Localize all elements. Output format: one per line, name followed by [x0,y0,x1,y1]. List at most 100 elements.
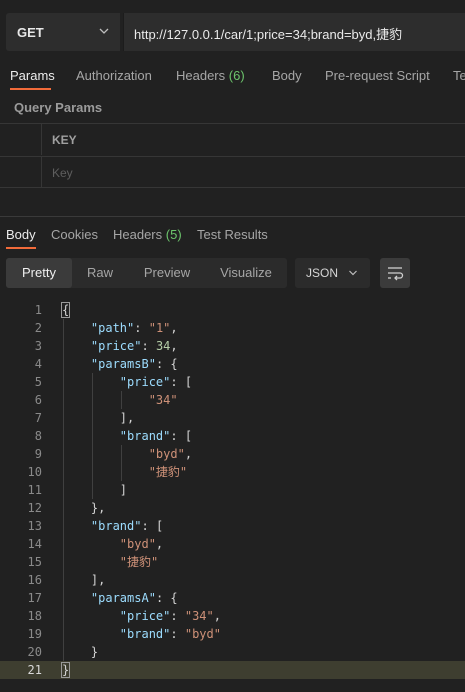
line-number: 19 [27,627,42,641]
tab-headers[interactable]: Headers (6) [176,68,245,83]
wrap-lines-button[interactable] [380,258,410,288]
line-number: 14 [27,537,42,551]
code-line: 1{ [0,301,465,319]
view-preview-button[interactable]: Preview [130,258,204,288]
url-text: http://127.0.0.1/car/1;price=34;brand=by… [134,27,403,42]
key-column-header: KEY [52,133,77,147]
code-text: } [60,662,71,678]
format-select[interactable]: JSON [295,258,370,288]
line-number: 1 [34,303,42,317]
line-number: 20 [27,645,42,659]
select-column [0,124,42,155]
line-number: 6 [34,393,42,407]
code-line: 16 ], [0,571,465,589]
code-line: 15 "捷豹" [0,553,465,571]
chevron-down-icon [99,28,109,34]
line-number: 4 [34,357,42,371]
line-number: 8 [34,429,42,443]
code-text: "brand": [ [119,429,193,443]
code-text: "捷豹" [148,465,188,479]
tab-authorization[interactable]: Authorization [76,68,152,83]
query-params-title: Query Params [14,100,103,115]
headers-count: (6) [228,68,245,83]
line-number: 13 [27,519,42,533]
query-params-table: KEY Key [0,123,465,189]
code-line: 14 "byd", [0,535,465,553]
tab-params[interactable]: Params [10,68,55,83]
response-tab-body[interactable]: Body [6,227,36,242]
code-line: 10 "捷豹" [0,463,465,481]
code-text: ], [90,573,106,587]
line-number: 10 [27,465,42,479]
view-raw-button[interactable]: Raw [72,258,128,288]
code-text: "byd", [119,537,164,551]
code-text: "price": "34", [119,609,221,623]
code-text: }, [90,501,106,515]
code-text: ] [119,483,128,497]
code-text: "34" [148,393,178,407]
response-tabs: Body Cookies Headers (5) Test Results [0,218,465,252]
line-number: 16 [27,573,42,587]
response-headers-count: (5) [165,227,182,242]
tab-params-underline [10,88,51,90]
code-text: "price": 34, [90,339,178,353]
code-text: ], [119,411,135,425]
code-line: 12 }, [0,499,465,517]
line-number: 21 [27,663,42,677]
tab-body[interactable]: Body [272,68,302,83]
code-line: 2 "path": "1", [0,319,465,337]
code-text: { [60,302,71,318]
line-number: 15 [27,555,42,569]
format-label: JSON [306,266,339,280]
section-divider [0,216,465,217]
code-text: "path": "1", [90,321,178,335]
key-input[interactable]: Key [52,166,73,180]
code-line: 13 "brand": [ [0,517,465,535]
wrap-lines-icon [388,267,404,281]
line-number: 17 [27,591,42,605]
line-number: 11 [27,483,42,497]
response-tab-cookies[interactable]: Cookies [51,227,98,242]
chevron-down-icon [349,270,357,276]
tab-tests[interactable]: Te [453,68,465,83]
code-line: 21} [0,661,465,679]
code-line: 18 "price": "34", [0,607,465,625]
code-line: 9 "byd", [0,445,465,463]
method-label: GET [17,25,44,40]
request-tabs: Params Authorization Headers (6) Body Pr… [0,60,465,92]
code-text: "paramsB": { [90,357,178,371]
code-text: "brand": [ [90,519,164,533]
code-text: } [90,645,99,659]
tab-pre-request-script[interactable]: Pre-request Script [325,68,430,83]
url-input[interactable]: http://127.0.0.1/car/1;price=34;brand=by… [123,13,465,51]
response-tab-test-results[interactable]: Test Results [197,227,268,242]
code-line: 11 ] [0,481,465,499]
code-text: "paramsA": { [90,591,178,605]
response-tab-body-underline [6,247,36,249]
code-text: "byd", [148,447,193,461]
line-number: 7 [34,411,42,425]
line-number: 18 [27,609,42,623]
code-line: 8 "brand": [ [0,427,465,445]
code-line: 19 "brand": "byd" [0,625,465,643]
code-line: 7 ], [0,409,465,427]
view-visualize-button[interactable]: Visualize [206,258,286,288]
code-line: 20 } [0,643,465,661]
line-number: 2 [34,321,42,335]
code-line: 5 "price": [ [0,373,465,391]
code-text: "捷豹" [119,555,159,569]
response-tab-headers[interactable]: Headers (5) [113,227,182,242]
code-line: 17 "paramsA": { [0,589,465,607]
code-line: 3 "price": 34, [0,337,465,355]
line-number: 9 [34,447,42,461]
table-header-row: KEY [0,123,465,155]
request-bar: GET http://127.0.0.1/car/1;price=34;bran… [0,0,465,66]
select-cell [0,157,42,187]
method-select[interactable]: GET [6,13,120,51]
code-line: 6 "34" [0,391,465,409]
code-line: 4 "paramsB": { [0,355,465,373]
view-pretty-button[interactable]: Pretty [6,258,72,288]
line-number: 3 [34,339,42,353]
view-mode-group: Pretty Raw Preview Visualize [6,258,287,288]
code-text: "brand": "byd" [119,627,221,641]
